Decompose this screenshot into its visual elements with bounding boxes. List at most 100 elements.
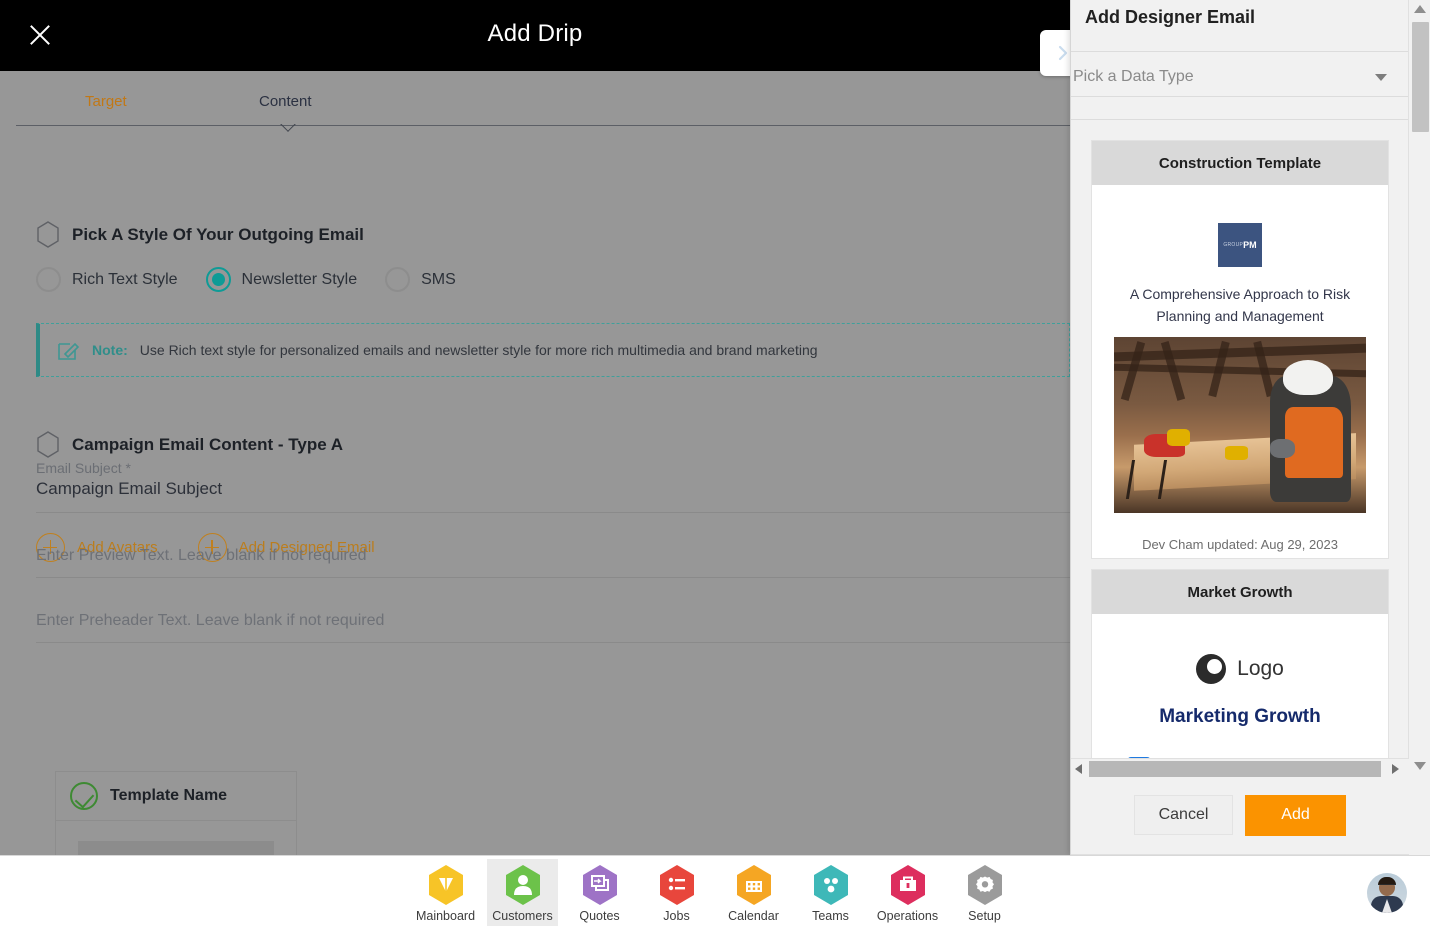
field-underline: [36, 642, 1070, 643]
edit-note-icon: [58, 342, 80, 360]
nav-item-customers[interactable]: Customers: [487, 859, 558, 926]
nav-label: Mainboard: [415, 909, 476, 923]
panel-title: Add Designer Email: [1085, 7, 1256, 27]
email-subject-input[interactable]: Campaign Email Subject: [36, 479, 222, 499]
logo-main-text: PM: [1243, 240, 1257, 250]
template-list: Construction Template GROUP PM A Compreh…: [1071, 130, 1409, 778]
radio-label: SMS: [421, 270, 456, 288]
preview-text-placeholder: Enter Preview Text. Leave blank if not r…: [36, 547, 367, 564]
nav-label: Customers: [492, 909, 553, 923]
scroll-up-arrow-icon[interactable]: [1414, 5, 1426, 13]
radio-mark-icon: [36, 267, 61, 292]
email-style-radio-group: Rich Text Style Newsletter Style SMS: [36, 267, 456, 292]
scroll-left-arrow-icon[interactable]: [1075, 764, 1082, 774]
construction-worker-photo: [1114, 337, 1366, 513]
add-designer-email-panel: Add Designer Email Pick a Data Type Cons…: [1070, 0, 1430, 855]
logo-row: Logo: [1114, 654, 1366, 684]
app-root: Add Drip Target Content Pick A Style Of …: [0, 0, 1430, 927]
operations-icon: [890, 865, 925, 905]
template-card-market-growth[interactable]: Market Growth Logo Marketing Growth: [1091, 569, 1389, 778]
customers-icon: [505, 865, 540, 905]
nav-item-jobs[interactable]: Jobs: [641, 859, 712, 926]
note-label: Note:: [92, 342, 128, 358]
scroll-down-arrow-icon[interactable]: [1414, 762, 1426, 770]
panel-horizontal-scrollbar[interactable]: [1071, 758, 1409, 778]
section-title: Pick A Style Of Your Outgoing Email: [72, 224, 364, 244]
quotes-icon: [582, 865, 617, 905]
nav-item-operations[interactable]: Operations: [872, 859, 943, 926]
template-card-header: Template Name: [56, 772, 296, 821]
radio-label: Rich Text Style: [72, 270, 178, 288]
nav-item-teams[interactable]: Teams: [795, 859, 866, 926]
template-name: Template Name: [110, 787, 228, 804]
radio-mark-icon: [385, 267, 411, 292]
nav-item-calendar[interactable]: Calendar: [718, 859, 789, 926]
template-card-footer: Dev Cham updated: Aug 29, 2023: [1142, 537, 1338, 552]
panel-divider: [1071, 51, 1409, 52]
data-type-select[interactable]: Pick a Data Type: [1071, 58, 1409, 96]
radio-rich-text-style[interactable]: Rich Text Style: [36, 267, 178, 292]
modal-title: Add Drip: [487, 20, 583, 47]
user-avatar[interactable]: [1367, 873, 1407, 913]
field-underline: [36, 577, 1070, 578]
panel-divider: [1071, 96, 1409, 97]
modal-tabs: Target Content: [0, 71, 1070, 127]
template-card-construction[interactable]: Construction Template GROUP PM A Compreh…: [1091, 140, 1389, 559]
hexagon-icon: [37, 431, 59, 458]
nav-label: Calendar: [728, 909, 779, 923]
panel-vertical-scrollbar[interactable]: [1408, 0, 1430, 778]
panel-divider: [1071, 119, 1409, 120]
horizontal-scroll-thumb[interactable]: [1089, 761, 1381, 777]
preheader-text-field[interactable]: Enter Preheader Text. Leave blank if not…: [36, 612, 1070, 643]
add-button[interactable]: Add: [1245, 794, 1346, 836]
nav-items: Mainboard Customers Quotes Jobs Calendar…: [0, 855, 1430, 927]
scroll-right-arrow-icon[interactable]: [1392, 764, 1399, 774]
jobs-icon: [659, 865, 694, 905]
nav-item-mainboard[interactable]: Mainboard: [410, 859, 481, 926]
hexagon-icon: [37, 221, 59, 248]
radio-mark-icon: [205, 267, 231, 292]
nav-label: Jobs: [663, 909, 690, 923]
logo-word: Logo: [1237, 657, 1284, 680]
note-text: Use Rich text style for personalized ema…: [139, 342, 818, 358]
teams-icon: [813, 865, 848, 905]
bottom-navigation-bar: Mainboard Customers Quotes Jobs Calendar…: [0, 855, 1430, 927]
nav-label: Setup: [968, 909, 1001, 923]
template-card-title-bar: Construction Template: [1092, 141, 1388, 185]
skeleton-block: [78, 841, 274, 855]
email-subject-underline: [36, 512, 1070, 513]
nav-label: Teams: [812, 909, 849, 923]
section-title: Campaign Email Content - Type A: [72, 434, 344, 454]
modal-body: Target Content Pick A Style Of Your Outg…: [0, 71, 1070, 855]
nav-item-setup[interactable]: Setup: [949, 859, 1020, 926]
add-drip-modal: Add Drip Target Content Pick A Style Of …: [0, 0, 1086, 855]
logo-top-text: GROUP: [1223, 242, 1244, 248]
marketing-growth-title: Marketing Growth: [1159, 706, 1321, 727]
preview-text-field[interactable]: Enter Preview Text. Leave blank if not r…: [36, 547, 1070, 578]
setup-icon: [967, 865, 1002, 905]
template-card-content: GROUP PM A Comprehensive Approach to Ris…: [1092, 185, 1388, 523]
modal-header: Add Drip: [0, 0, 1070, 71]
section-header-campaign: Campaign Email Content - Type A: [36, 431, 343, 458]
data-type-placeholder: Pick a Data Type: [1073, 68, 1194, 85]
active-tab-caret-icon: [279, 124, 297, 135]
nav-label: Operations: [876, 909, 939, 923]
template-preview-card[interactable]: Template Name: [55, 771, 297, 855]
radio-newsletter-style[interactable]: Newsletter Style: [205, 267, 358, 292]
panel-action-buttons: Cancel Add: [1071, 785, 1409, 845]
email-subject-label: Email Subject *: [36, 460, 131, 476]
vertical-scroll-thumb[interactable]: [1412, 22, 1429, 132]
nav-item-quotes[interactable]: Quotes: [564, 859, 635, 926]
logo-circle-icon: [1196, 654, 1227, 684]
tab-content[interactable]: Content: [259, 93, 312, 110]
cancel-button[interactable]: Cancel: [1134, 795, 1233, 835]
template-card-title-bar: Market Growth: [1092, 570, 1388, 614]
tab-target[interactable]: Target: [85, 93, 127, 110]
radio-label: Newsletter Style: [241, 270, 358, 288]
radio-sms[interactable]: SMS: [385, 267, 456, 292]
mainboard-icon: [428, 865, 463, 905]
template-card-skeleton: [56, 821, 296, 855]
grouppm-logo: GROUP PM: [1218, 223, 1262, 267]
template-headline: A Comprehensive Approach to Risk Plannin…: [1129, 286, 1351, 324]
calendar-icon: [736, 865, 771, 905]
